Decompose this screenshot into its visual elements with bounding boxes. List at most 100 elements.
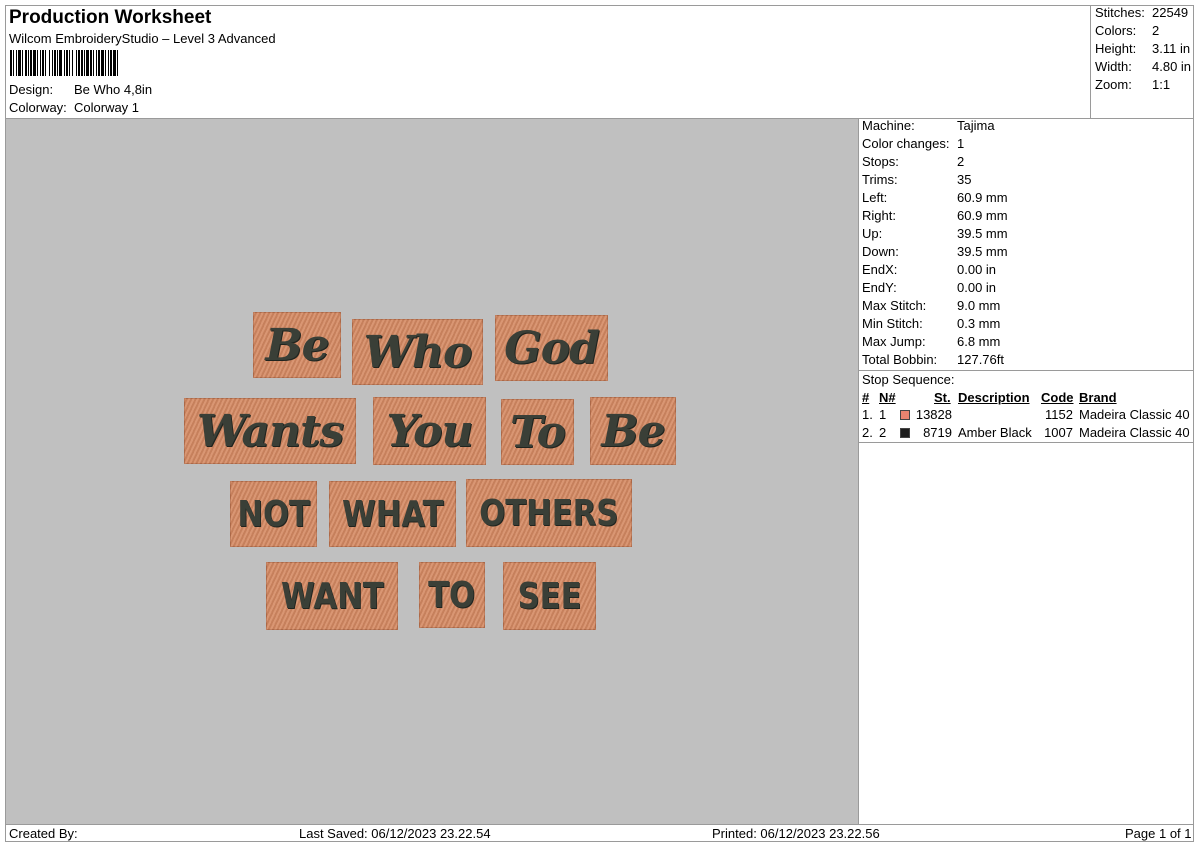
height-label: Height: <box>1095 41 1137 56</box>
barcode-bar <box>57 50 58 76</box>
barcode-bar <box>117 50 118 76</box>
created-by: Created By: <box>9 826 78 841</box>
barcode-bar <box>69 50 70 76</box>
barcode-bar <box>96 50 97 76</box>
printed-date: Printed: 06/12/2023 23.22.56 <box>712 826 880 841</box>
barcode-bar <box>22 50 23 76</box>
design-word: You <box>373 397 486 465</box>
barcode-bar <box>45 50 46 76</box>
barcode-bar <box>113 50 116 76</box>
machine-info-label: Right: <box>862 208 896 223</box>
stitches-value: 22549 <box>1152 5 1189 20</box>
design-word: Wants <box>184 398 356 464</box>
col-header-code: Code <box>1041 390 1074 405</box>
design-word: TO <box>419 562 485 628</box>
design-word: Who <box>352 319 483 385</box>
barcode-bar <box>81 50 83 76</box>
stop-table-bottom-divider <box>858 442 1194 443</box>
design-preview: Be Who God Wants You To Be NOT WHAT OTHE… <box>6 119 858 824</box>
needle-number: 2 <box>879 425 887 440</box>
machine-info-label: Min Stitch: <box>862 316 923 331</box>
machine-info-value: 2 <box>957 154 965 169</box>
machine-info-value: 35 <box>957 172 972 187</box>
barcode-bar <box>10 50 12 76</box>
barcode-bar <box>30 50 32 76</box>
barcode-bar <box>108 50 109 76</box>
machine-info-value: 39.5 mm <box>957 226 1008 241</box>
page-title: Production Worksheet <box>9 7 212 28</box>
machine-info-label: Left: <box>862 190 888 205</box>
machine-info-value: 6.8 mm <box>957 334 1001 349</box>
design-word: God <box>495 315 608 381</box>
barcode-bar <box>105 50 106 76</box>
col-header-stitches: St. <box>934 390 951 405</box>
colorway-label: Colorway: <box>9 100 67 115</box>
thread-color-swatch <box>900 410 910 420</box>
barcode-bar <box>86 50 89 76</box>
design-label: Design: <box>9 82 54 97</box>
width-label: Width: <box>1095 59 1132 74</box>
last-saved: Last Saved: 06/12/2023 23.22.54 <box>299 826 491 841</box>
barcode-bar <box>13 50 14 76</box>
machine-info-label: Up: <box>862 226 883 241</box>
barcode-bar <box>25 50 27 76</box>
design-value: Be Who 4,8in <box>74 82 153 97</box>
machine-info-value: 60.9 mm <box>957 208 1008 223</box>
row-number: 2. <box>862 425 873 440</box>
barcode-bar <box>54 50 56 76</box>
stop-sequence-title: Stop Sequence: <box>862 372 955 387</box>
stitch-count: 13828 <box>915 407 952 422</box>
design-word: NOT <box>230 481 317 547</box>
machine-info-label: Total Bobbin: <box>862 352 938 367</box>
design-word: Be <box>253 312 341 378</box>
barcode-bar <box>33 50 36 76</box>
design-word: Be <box>590 397 676 465</box>
machine-info-value: 1 <box>957 136 965 151</box>
barcode-bar <box>66 50 68 76</box>
footer-divider <box>5 824 1194 825</box>
machine-info-label: Trims: <box>862 172 898 187</box>
barcode-bar <box>90 50 92 76</box>
panel-divider <box>858 118 859 824</box>
barcode-bar <box>28 50 29 76</box>
machine-info-value: 9.0 mm <box>957 298 1001 313</box>
machine-info-label: Stops: <box>862 154 899 169</box>
col-header-brand: Brand <box>1079 390 1117 405</box>
barcode-bar <box>40 50 41 76</box>
thread-brand: Madeira Classic 40 <box>1079 425 1190 440</box>
machine-info-value: 0.3 mm <box>957 316 1001 331</box>
thread-brand: Madeira Classic 40 <box>1079 407 1190 422</box>
design-word: SEE <box>503 562 596 630</box>
barcode-bar <box>16 50 17 76</box>
barcode-bar <box>98 50 100 76</box>
barcode-bar <box>59 50 62 76</box>
colors-value: 2 <box>1152 23 1160 38</box>
machine-info-label: Down: <box>862 244 899 259</box>
barcode <box>10 50 205 83</box>
barcode-bar <box>52 50 53 76</box>
barcode-bar <box>49 50 50 76</box>
machine-info-value: 39.5 mm <box>957 244 1008 259</box>
summary-divider <box>1090 5 1091 118</box>
design-word: To <box>501 399 574 465</box>
machine-info-value: Tajima <box>957 118 995 133</box>
machine-info-label: Machine: <box>862 118 915 133</box>
machine-info-value: 127.76ft <box>957 352 1004 367</box>
barcode-bar <box>93 50 94 76</box>
stitches-label: Stitches: <box>1095 5 1145 20</box>
needle-number: 1 <box>879 407 887 422</box>
machine-info-value: 0.00 in <box>957 262 997 277</box>
page-number: Page 1 of 1 <box>1125 826 1192 841</box>
machine-info-label: EndY: <box>862 280 897 295</box>
barcode-bar <box>110 50 112 76</box>
thread-description: Amber Black <box>958 425 1032 440</box>
machine-info-value: 0.00 in <box>957 280 997 295</box>
colors-label: Colors: <box>1095 23 1137 38</box>
machine-info-value: 60.9 mm <box>957 190 1008 205</box>
barcode-bar <box>72 50 73 76</box>
thread-color-swatch <box>900 428 910 438</box>
barcode-bar <box>101 50 104 76</box>
barcode-bar <box>64 50 65 76</box>
barcode-bar <box>78 50 80 76</box>
colorway-value: Colorway 1 <box>74 100 140 115</box>
